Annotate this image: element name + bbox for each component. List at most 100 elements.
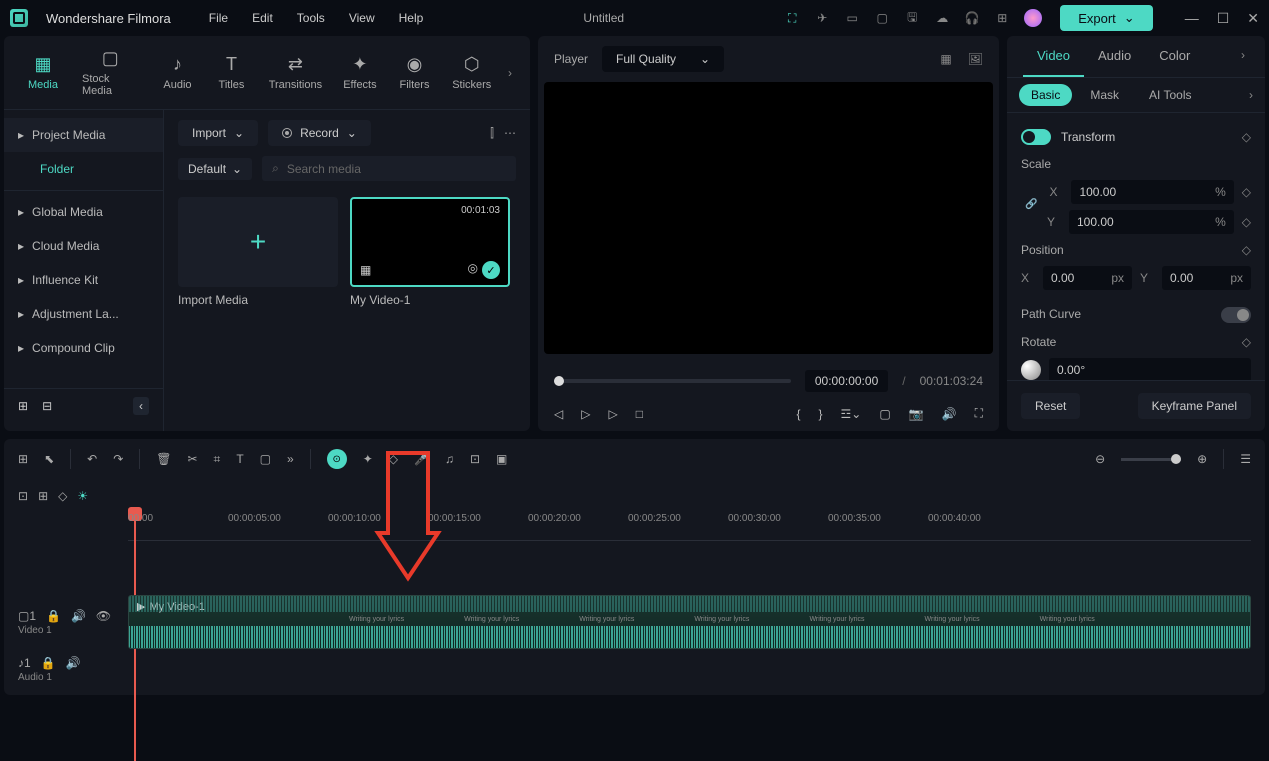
marker-icon[interactable]: ☲⌄ [841,407,862,421]
path-curve-toggle[interactable] [1221,307,1251,323]
tl-icon-4[interactable]: ▣ [496,452,507,466]
tl-grid-icon[interactable]: ⊞ [18,452,28,466]
prop-tab-audio[interactable]: Audio [1084,36,1145,77]
close-button[interactable]: ✕ [1247,10,1259,27]
player-progress-bar[interactable] [554,379,791,383]
tl-link-icon[interactable]: ⊞ [38,489,48,503]
avatar-icon[interactable] [1024,9,1042,27]
audio-icon[interactable]: ♫ [445,452,454,466]
gift-icon[interactable]: ⛶ [784,10,800,26]
sidebar-adjustment-layer[interactable]: ▸Adjustment La... [4,297,163,331]
visibility-icon[interactable]: 👁 [96,609,111,623]
position-x-input[interactable]: 0.00px [1043,266,1132,290]
sidebar-compound-clip[interactable]: ▸Compound Clip [4,331,163,365]
menu-help[interactable]: Help [399,11,424,25]
position-y-input[interactable]: 0.00px [1162,266,1251,290]
new-folder-icon[interactable]: ⊞ [18,399,28,413]
undo-icon[interactable]: ↶ [87,452,97,466]
tl-icon-3[interactable]: ⊡ [470,452,480,466]
delete-icon[interactable]: 🗑 [156,452,171,466]
reset-button[interactable]: Reset [1021,393,1080,419]
redo-icon[interactable]: ↷ [113,452,123,466]
volume-icon[interactable]: 🔊 [942,407,957,421]
scale-y-input[interactable]: 100.00% [1069,210,1234,234]
tab-stickers[interactable]: ⬡Stickers [448,50,497,95]
lock-icon[interactable]: 🔒 [46,609,61,623]
mute-icon[interactable]: 🔊 [71,609,86,623]
grid-icon[interactable]: ⊞ [994,10,1010,26]
filter-icon[interactable]: ⫿ [490,126,494,141]
zoom-out-icon[interactable]: ⊖ [1095,452,1105,466]
sidebar-project-media[interactable]: ▸Project Media [4,118,163,152]
keyframe-icon[interactable]: ◇ [1242,215,1251,229]
media-clip-thumbnail[interactable]: 00:01:03 ▦ ◎ ✓ [350,197,510,287]
lock-icon[interactable]: 🔒 [41,656,56,670]
menu-edit[interactable]: Edit [252,11,273,25]
keyframe-icon[interactable]: ◇ [1242,130,1251,144]
save-icon[interactable]: 🖫 [904,10,920,26]
prop-tab-video[interactable]: Video [1023,36,1084,77]
keyframe-icon[interactable]: ◇ [1242,243,1251,257]
link-icon[interactable]: 🔗 [1021,199,1041,210]
tab-filters[interactable]: ◉Filters [394,50,436,95]
timeline-ruler[interactable]: 00:00 00:00:05:00 00:00:10:00 00:00:15:0… [128,513,1251,541]
box-icon[interactable]: ▢ [260,452,271,466]
cut-icon[interactable]: ✂ [187,452,197,466]
tab-transitions[interactable]: ⇄Transitions [264,50,326,95]
tl-magnet-icon[interactable]: ⊡ [18,489,28,503]
zoom-slider[interactable] [1121,458,1181,461]
record-button[interactable]: Record⌄ [268,120,371,146]
more-icon[interactable]: ⋯ [504,126,516,141]
prop-subtab-basic[interactable]: Basic [1019,84,1072,106]
sidebar-folder[interactable]: Folder [4,152,163,186]
image-icon[interactable]: 🖼 [968,52,983,66]
cloud-icon[interactable]: ☁ [934,10,950,26]
import-media-tile[interactable]: + [178,197,338,287]
minimize-button[interactable]: — [1185,10,1199,27]
zoom-in-icon[interactable]: ⊕ [1197,452,1207,466]
fullscreen-icon[interactable]: ⛶ [975,406,983,421]
sidebar-global-media[interactable]: ▸Global Media [4,195,163,229]
sort-dropdown[interactable]: Default⌄ [178,158,252,180]
keyframe-icon[interactable]: ◇ [1242,335,1251,349]
search-input[interactable]: ⌕Search media [262,156,516,181]
text-icon[interactable]: T [236,452,243,466]
tab-effects[interactable]: ✦Effects [338,50,381,95]
delete-folder-icon[interactable]: ⊟ [42,399,52,413]
tabs-more-icon[interactable]: › [508,66,512,80]
tab-audio[interactable]: ♪Audio [156,50,198,95]
menu-view[interactable]: View [349,11,375,25]
transform-toggle[interactable] [1021,129,1051,145]
keyframe-icon[interactable]: ◇ [1242,185,1251,199]
mark-out-icon[interactable]: } [819,407,823,421]
prev-frame-icon[interactable]: ◁ [554,407,563,421]
tab-stock-media[interactable]: ▢Stock Media [76,44,144,101]
tab-media[interactable]: ▦Media [22,50,64,95]
rotate-knob[interactable] [1021,360,1041,380]
sidebar-cloud-media[interactable]: ▸Cloud Media [4,229,163,263]
tl-layers-icon[interactable]: ☀ [77,489,88,503]
export-button[interactable]: Export ⌄ [1060,5,1152,31]
import-button[interactable]: Import⌄ [178,120,258,146]
tl-marker-icon[interactable]: ◇ [58,489,67,503]
timeline-clip[interactable]: ▶My Video-1 Writing your lyricsWriting y… [128,595,1251,649]
rotate-input[interactable]: 0.00° [1049,358,1251,380]
menu-tools[interactable]: Tools [297,11,325,25]
prop-subtab-mask[interactable]: Mask [1078,84,1131,106]
snapshot-icon[interactable]: 📷 [909,407,924,421]
display-icon[interactable]: ▢ [879,407,890,421]
maximize-button[interactable]: ☐ [1217,10,1230,27]
keyframe-panel-button[interactable]: Keyframe Panel [1138,393,1251,419]
more-tools-icon[interactable]: » [287,452,294,466]
subtabs-more-icon[interactable]: › [1249,88,1253,102]
mute-icon[interactable]: 🔊 [66,656,81,670]
device-icon[interactable]: ▭ [844,10,860,26]
send-icon[interactable]: ✈ [814,10,830,26]
prop-tab-color[interactable]: Color [1145,36,1204,77]
stop-icon[interactable]: □ [636,407,643,421]
mic-icon[interactable]: 🎤 [414,452,429,466]
collapse-sidebar-icon[interactable]: ‹ [133,397,149,415]
screen-icon[interactable]: ▢ [874,10,890,26]
tl-icon-2[interactable]: ◇ [389,452,398,466]
prop-subtab-aitools[interactable]: AI Tools [1137,84,1203,106]
